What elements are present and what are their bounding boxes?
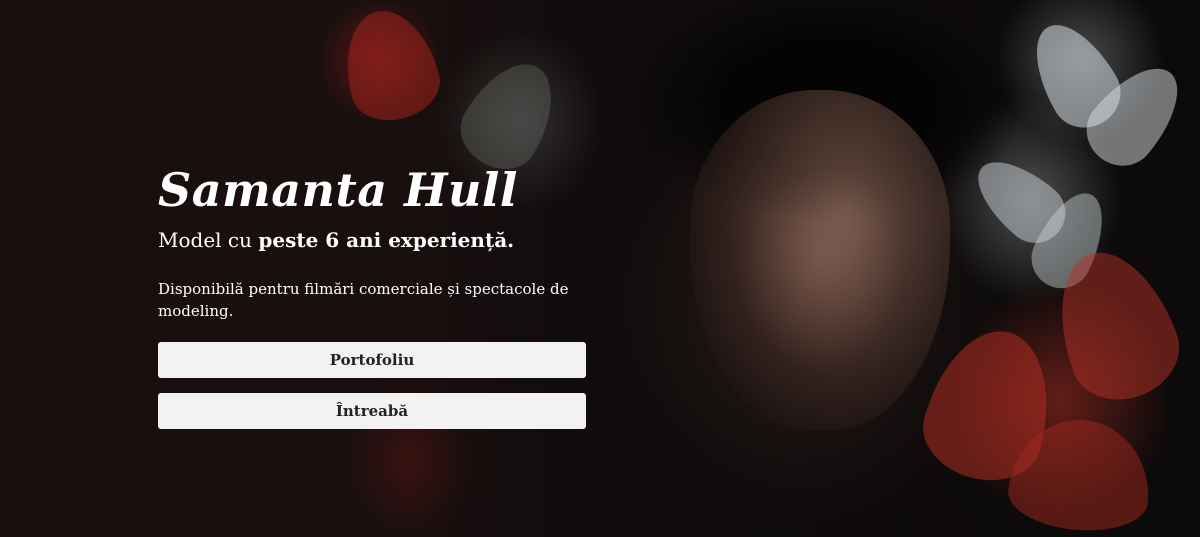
subtitle-highlight: peste 6 ani experiență. — [258, 228, 515, 252]
page-title: Samanta Hull — [158, 163, 518, 217]
hero-description: Disponibilă pentru filmări comerciale și… — [158, 280, 569, 320]
subtitle-prefix: Model cu — [158, 228, 259, 252]
portfolio-button[interactable]: Portofoliu — [158, 342, 586, 378]
photo-model-portrait — [690, 90, 950, 430]
hero-subtitle: Model cu peste 6 ani experiență. — [158, 226, 588, 254]
photo-red-flower — [332, 0, 448, 130]
hero-content: Samanta Hull Model cu peste 6 ani experi… — [158, 160, 588, 429]
ask-button[interactable]: Întreabă — [158, 393, 586, 429]
